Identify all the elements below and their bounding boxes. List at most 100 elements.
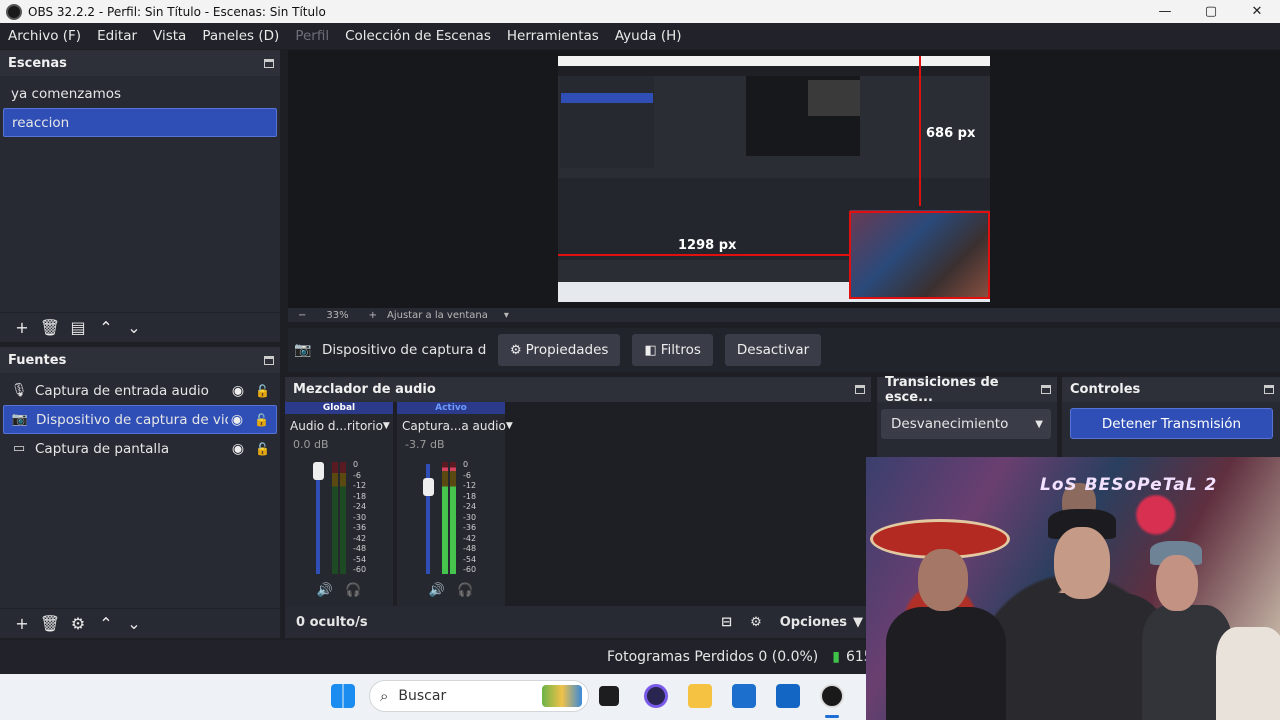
scene-label: ya comenzamos xyxy=(11,85,122,102)
caret-down-icon[interactable]: ▼ xyxy=(853,615,863,630)
menu-view[interactable]: Vista xyxy=(153,28,186,44)
level-meter xyxy=(332,462,338,574)
nested-titlebar xyxy=(558,56,990,66)
nested-webcam xyxy=(808,80,860,116)
outlook-icon[interactable] xyxy=(776,684,800,708)
scene-item-selected[interactable]: reaccion xyxy=(3,108,277,137)
undock-icon[interactable] xyxy=(264,355,274,365)
menu-profile[interactable]: Perfil xyxy=(295,28,329,44)
source-item-selected[interactable]: 📷 Dispositivo de captura de video ◉ 🔓 xyxy=(3,405,277,434)
scale-tick: -30 xyxy=(463,512,477,522)
window-title-bar: OBS 32.2.2 - Perfil: Sin Título - Escena… xyxy=(0,0,1280,23)
source-item[interactable]: ▭ Captura de pantalla ◉ 🔓 xyxy=(3,434,277,463)
windows-start-icon[interactable] xyxy=(331,684,355,708)
add-icon[interactable]: + xyxy=(8,614,36,633)
close-button[interactable]: ✕ xyxy=(1234,4,1280,19)
source-item[interactable]: 🎙 Captura de entrada audio ◉ 🔓 xyxy=(3,376,277,405)
deactivate-label: Desactivar xyxy=(736,342,810,358)
filter-icon[interactable]: ▤ xyxy=(64,318,92,337)
scale-tick: -6 xyxy=(463,470,471,480)
program-canvas[interactable]: 686 px 1298 px xyxy=(558,56,990,302)
volume-slider-handle[interactable] xyxy=(423,478,434,496)
eye-icon[interactable]: ◉ xyxy=(228,413,246,427)
scale-tick: -48 xyxy=(353,544,367,553)
chevron-down-icon[interactable]: ▾ xyxy=(504,310,509,321)
undock-icon[interactable] xyxy=(1041,385,1051,394)
undock-icon[interactable] xyxy=(264,58,274,68)
taskbar-search[interactable]: ⌕ Buscar xyxy=(369,680,589,712)
webcam-overlay: LoS BESoPeTaL 2 xyxy=(866,457,1280,720)
guide-vertical xyxy=(919,56,921,206)
preview-area[interactable]: 686 px 1298 px xyxy=(288,50,1280,308)
eye-icon[interactable]: ◉ xyxy=(229,384,247,398)
headphones-muted-icon[interactable]: 🎧 xyxy=(345,583,361,598)
scale-tick: -12 xyxy=(463,481,477,490)
unlock-icon[interactable]: 🔓 xyxy=(254,413,269,427)
hidden-count: 0 oculto/s xyxy=(296,614,368,630)
nested-scenes xyxy=(560,76,654,168)
maximize-button[interactable]: ▢ xyxy=(1188,4,1234,19)
deactivate-button[interactable]: Desactivar xyxy=(724,334,822,366)
undock-icon[interactable] xyxy=(1264,385,1274,394)
menu-file[interactable]: Archivo (F) xyxy=(8,28,81,44)
eye-icon[interactable]: ◉ xyxy=(229,442,247,456)
menu-docks[interactable]: Paneles (D) xyxy=(202,28,279,44)
chevron-up-icon[interactable]: ⌃ xyxy=(92,318,120,337)
level-meter xyxy=(442,462,448,574)
channel-volume: -3.7 dB xyxy=(405,438,445,451)
chevron-up-icon[interactable]: ⌃ xyxy=(92,614,120,633)
speaker-icon[interactable]: 🔊 xyxy=(429,583,445,598)
channel-name[interactable]: Audio d...ritorio ▼ xyxy=(285,414,393,438)
chevron-down-icon[interactable]: ⌄ xyxy=(120,614,148,633)
advanced-audio-icon[interactable]: ⚙ xyxy=(750,615,762,630)
unlock-icon[interactable]: 🔓 xyxy=(255,442,270,456)
zoom-in-button[interactable]: + xyxy=(369,310,377,321)
trash-icon[interactable]: 🗑 xyxy=(36,318,64,337)
chevron-down-icon[interactable]: ⌄ xyxy=(120,318,148,337)
obs-taskbar-icon[interactable] xyxy=(820,684,844,708)
stop-streaming-button[interactable]: Detener Transmisión xyxy=(1070,408,1273,439)
channel-name[interactable]: Captura...a audio ▼ xyxy=(397,414,513,438)
volume-slider-handle[interactable] xyxy=(313,462,324,480)
scene-item[interactable]: ya comenzamos xyxy=(3,79,277,108)
layout-icon[interactable]: ⊟ xyxy=(721,615,732,630)
menu-scene-collection[interactable]: Colección de Escenas xyxy=(345,28,491,44)
sources-dock: Fuentes 🎙 Captura de entrada audio ◉ 🔓 📷… xyxy=(0,347,280,638)
transition-select[interactable]: Desvanecimiento ▼ xyxy=(881,409,1051,439)
active-app-indicator xyxy=(825,715,839,718)
menu-edit[interactable]: Editar xyxy=(97,28,137,44)
selection-box[interactable] xyxy=(849,211,990,299)
scale-tick: 0 xyxy=(463,460,469,469)
trash-icon[interactable]: 🗑 xyxy=(36,614,64,633)
app-icon[interactable] xyxy=(644,684,668,708)
transitions-title: Transiciones de esce... xyxy=(885,374,999,405)
zoom-out-button[interactable]: − xyxy=(298,310,306,321)
store-icon[interactable] xyxy=(732,684,756,708)
controls-title: Controles xyxy=(1070,382,1141,397)
search-icon: ⌕ xyxy=(380,687,389,705)
menu-tools[interactable]: Herramientas xyxy=(507,28,599,44)
add-icon[interactable]: + xyxy=(8,318,36,337)
scenes-title: Escenas xyxy=(8,55,67,71)
volume-slider[interactable] xyxy=(316,464,320,574)
gear-icon[interactable]: ⚙ xyxy=(64,614,92,633)
sources-header: Fuentes xyxy=(0,347,280,373)
source-name: Dispositivo de captura de v xyxy=(322,342,486,358)
filters-button[interactable]: ◧ Filtros xyxy=(632,334,713,366)
file-explorer-icon[interactable] xyxy=(688,684,712,708)
scale-tick: -42 xyxy=(463,533,477,543)
face-shape xyxy=(918,549,968,611)
person-shape xyxy=(1216,627,1280,720)
minimize-button[interactable]: — xyxy=(1142,4,1188,19)
headphones-muted-icon[interactable]: 🎧 xyxy=(457,583,473,598)
unlock-icon[interactable]: 🔓 xyxy=(255,384,270,398)
task-view-icon[interactable] xyxy=(599,686,619,706)
menu-help[interactable]: Ayuda (H) xyxy=(615,28,682,44)
face-shape xyxy=(1054,527,1110,599)
options-button[interactable]: Opciones xyxy=(780,615,847,630)
properties-button[interactable]: ⚙ Propiedades xyxy=(498,334,621,366)
speaker-icon[interactable]: 🔊 xyxy=(317,583,333,598)
guide-horizontal xyxy=(558,254,850,256)
fit-window-label[interactable]: Ajustar a la ventana xyxy=(387,310,488,321)
undock-icon[interactable] xyxy=(855,385,865,394)
